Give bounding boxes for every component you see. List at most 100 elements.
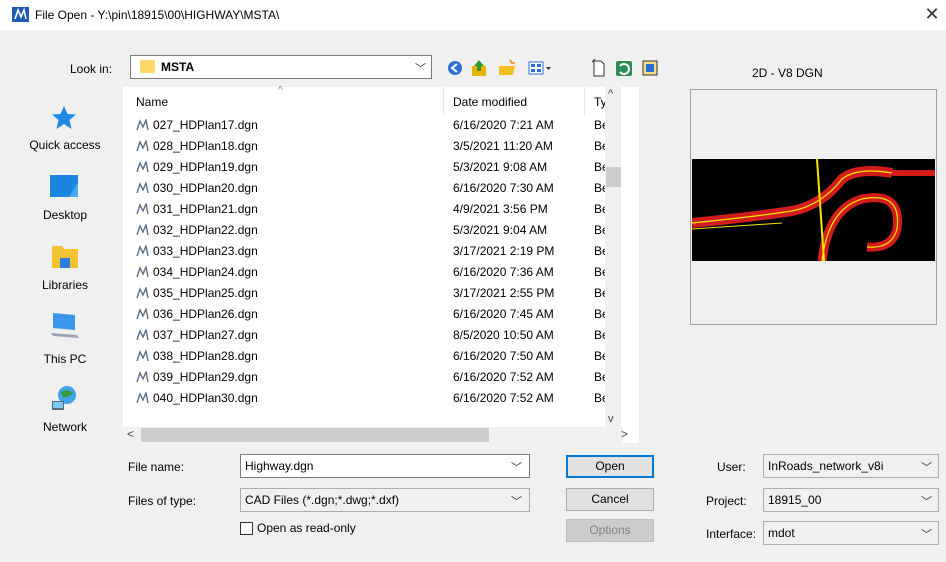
column-header-name[interactable]: Name <box>136 95 168 109</box>
file-name: 035_HDPlan25.dgn <box>153 286 258 300</box>
chevron-down-icon[interactable]: ﹀ <box>511 459 522 475</box>
scroll-down-icon[interactable]: v <box>608 413 614 425</box>
file-list-header: ^ Name Date modified Type <box>123 85 639 115</box>
up-folder-icon[interactable] <box>470 58 490 78</box>
file-row[interactable]: 038_HDPlan28.dgn 6/16/2020 7:50 AM Bentl… <box>123 346 605 366</box>
file-row[interactable]: 033_HDPlan23.dgn 3/17/2021 2:19 PM Bentl… <box>123 241 605 261</box>
scroll-left-icon[interactable]: < <box>127 427 134 441</box>
column-divider[interactable] <box>443 87 444 115</box>
file-type: Bentley <box>594 349 605 363</box>
file-type: Bentley <box>594 202 605 216</box>
dgn-file-icon <box>136 245 149 257</box>
vertical-scrollbar[interactable]: ^ v <box>605 87 621 427</box>
back-icon[interactable] <box>446 58 464 78</box>
file-name: 027_HDPlan17.dgn <box>153 118 258 132</box>
scroll-up-icon[interactable]: ^ <box>608 88 613 100</box>
dgn-file-icon <box>136 287 149 299</box>
place-network[interactable]: Network <box>15 382 115 442</box>
file-date: 4/9/2021 3:56 PM <box>453 202 548 216</box>
file-row[interactable]: 034_HDPlan24.dgn 6/16/2020 7:36 AM Bentl… <box>123 262 605 282</box>
file-list[interactable]: ^ Name Date modified Type 027_HDPlan17.d… <box>123 85 639 443</box>
preview-panel <box>690 89 937 325</box>
look-in-label: Look in: <box>70 62 113 76</box>
file-type: Bentley <box>594 391 605 405</box>
file-name: 031_HDPlan21.dgn <box>153 202 258 216</box>
user-label: User: <box>717 460 746 474</box>
drawing-preview-image <box>692 159 935 261</box>
horizontal-scroll-thumb[interactable] <box>141 428 489 442</box>
file-row[interactable]: 027_HDPlan17.dgn 6/16/2020 7:21 AM Bentl… <box>123 115 605 135</box>
view-menu-icon[interactable] <box>527 58 553 78</box>
column-header-date[interactable]: Date modified <box>453 95 527 109</box>
preview-format-label: 2D - V8 DGN <box>752 66 823 80</box>
dgn-file-icon <box>136 119 149 131</box>
file-date: 6/16/2020 7:45 AM <box>453 307 554 321</box>
dgn-file-icon <box>136 308 149 320</box>
file-row[interactable]: 029_HDPlan19.dgn 5/3/2021 9:08 AM Bentle… <box>123 157 605 177</box>
star-icon <box>52 106 76 129</box>
computer-icon <box>51 313 79 338</box>
file-date: 3/17/2021 2:55 PM <box>453 286 555 300</box>
column-divider[interactable] <box>584 87 585 115</box>
file-name: 038_HDPlan28.dgn <box>153 349 258 363</box>
horizontal-scrollbar[interactable]: < > <box>123 427 628 443</box>
file-row[interactable]: 040_HDPlan30.dgn 6/16/2020 7:52 AM Bentl… <box>123 388 605 408</box>
title-bar: File Open - Y:\pin\18915\00\HIGHWAY\MSTA… <box>0 0 946 30</box>
file-row[interactable]: 037_HDPlan27.dgn 8/5/2020 10:50 AM Bentl… <box>123 325 605 345</box>
preview-toggle-icon[interactable] <box>640 58 660 78</box>
read-only-label[interactable]: Open as read-only <box>257 521 356 535</box>
user-dropdown[interactable]: InRoads_network_v8i ﹀ <box>763 454 939 478</box>
file-name: 033_HDPlan23.dgn <box>153 244 258 258</box>
dgn-file-icon <box>136 329 149 341</box>
desktop-icon <box>50 175 78 197</box>
chevron-down-icon: ﹀ <box>921 496 932 508</box>
options-button-label: Options <box>589 523 631 537</box>
file-date: 6/16/2020 7:30 AM <box>453 181 554 195</box>
file-row[interactable]: 031_HDPlan21.dgn 4/9/2021 3:56 PM Bentle… <box>123 199 605 219</box>
refresh-icon[interactable] <box>614 58 634 78</box>
file-type: Bentley <box>594 244 605 258</box>
file-rows: 027_HDPlan17.dgn 6/16/2020 7:21 AM Bentl… <box>123 115 605 427</box>
cancel-button-label: Cancel <box>591 492 629 506</box>
file-name: 040_HDPlan30.dgn <box>153 391 258 405</box>
file-row[interactable]: 028_HDPlan18.dgn 3/5/2021 11:20 AM Bentl… <box>123 136 605 156</box>
file-name-combobox[interactable]: Highway.dgn ﹀ <box>240 454 530 478</box>
file-date: 8/5/2020 10:50 AM <box>453 328 554 342</box>
vertical-scroll-thumb[interactable] <box>606 167 621 187</box>
look-in-dropdown[interactable]: MSTA ﹀ <box>130 55 432 79</box>
file-row[interactable]: 036_HDPlan26.dgn 6/16/2020 7:45 AM Bentl… <box>123 304 605 324</box>
project-dropdown[interactable]: 18915_00 ﹀ <box>763 488 939 512</box>
files-of-type-dropdown[interactable]: CAD Files (*.dgn;*.dwg;*.dxf) ﹀ <box>240 488 530 512</box>
read-only-checkbox[interactable] <box>240 522 253 535</box>
sort-ascending-icon: ^ <box>278 85 283 96</box>
open-button[interactable]: Open <box>566 455 654 478</box>
new-file-icon[interactable] <box>590 58 608 78</box>
libraries-icon <box>52 246 78 268</box>
file-row[interactable]: 032_HDPlan22.dgn 5/3/2021 9:04 AM Bentle… <box>123 220 605 240</box>
file-type: Bentley <box>594 223 605 237</box>
file-date: 6/16/2020 7:36 AM <box>453 265 554 279</box>
place-libraries[interactable]: Libraries <box>15 240 115 300</box>
place-label: Quick access <box>29 138 101 152</box>
file-row[interactable]: 030_HDPlan20.dgn 6/16/2020 7:30 AM Bentl… <box>123 178 605 198</box>
file-date: 5/3/2021 9:04 AM <box>453 223 548 237</box>
file-row[interactable]: 035_HDPlan25.dgn 3/17/2021 2:55 PM Bentl… <box>123 283 605 303</box>
file-type: Bentley <box>594 370 605 384</box>
close-button[interactable]: ✕ <box>918 3 946 27</box>
close-icon: ✕ <box>924 4 940 24</box>
new-folder-icon[interactable] <box>497 58 519 78</box>
file-type: Bentley <box>594 139 605 153</box>
place-this-pc[interactable]: This PC <box>15 308 115 368</box>
file-date: 6/16/2020 7:21 AM <box>453 118 554 132</box>
place-desktop[interactable]: Desktop <box>15 170 115 230</box>
cancel-button[interactable]: Cancel <box>566 488 654 511</box>
file-date: 3/17/2021 2:19 PM <box>453 244 555 258</box>
interface-label: Interface: <box>706 527 757 541</box>
scroll-right-icon[interactable]: > <box>621 427 628 441</box>
file-type: Bentley <box>594 160 605 174</box>
chevron-down-icon: ﹀ <box>921 529 932 541</box>
interface-dropdown[interactable]: mdot ﹀ <box>763 521 939 545</box>
file-row[interactable]: 039_HDPlan29.dgn 6/16/2020 7:52 AM Bentl… <box>123 367 605 387</box>
place-quick-access[interactable]: Quick access <box>15 100 115 160</box>
file-date: 5/3/2021 9:08 AM <box>453 160 548 174</box>
